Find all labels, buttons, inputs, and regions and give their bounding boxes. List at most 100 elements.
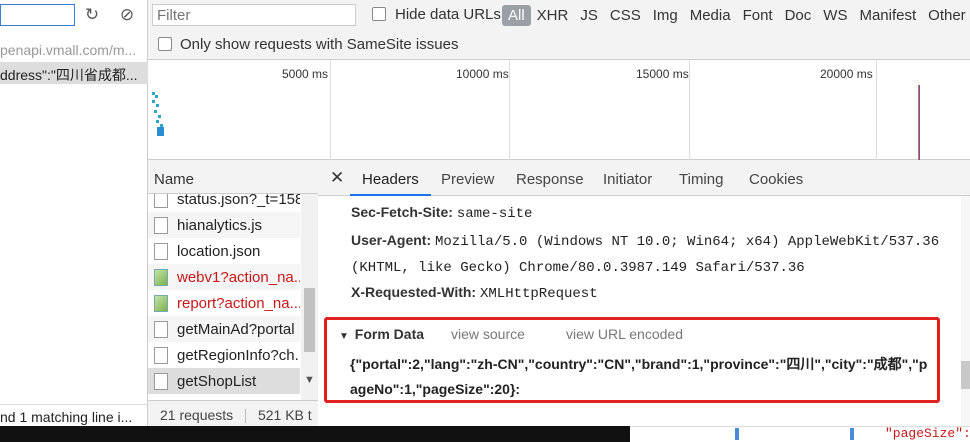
- header-key: User-Agent:: [351, 232, 432, 248]
- request-list: Name status.json?_t=158 hianalytics.js loc…: [148, 160, 318, 426]
- close-icon[interactable]: ✕: [330, 168, 344, 188]
- type-filter-ws[interactable]: WS: [817, 5, 853, 26]
- document-icon: [154, 372, 168, 390]
- waterfall-bar: [156, 104, 159, 107]
- tab-response[interactable]: Response: [504, 160, 596, 196]
- type-filter-img[interactable]: Img: [647, 5, 684, 26]
- type-filter-bar: All XHR JS CSS Img Media Font Doc WS Manifest Othe…: [502, 3, 970, 27]
- document-icon: [154, 320, 168, 338]
- header-value-continued: (KHTML, like Gecko) Chrome/80.0.3987.149…: [351, 260, 805, 276]
- type-filter-all[interactable]: All: [502, 4, 531, 26]
- header-row: (KHTML, like Gecko) Chrome/80.0.3987.149…: [351, 258, 805, 276]
- tab-preview[interactable]: Preview: [429, 160, 506, 196]
- waterfall-bar: [154, 110, 157, 113]
- tab-timing[interactable]: Timing: [667, 160, 735, 196]
- scroll-down-icon[interactable]: ▼: [304, 374, 315, 386]
- header-row: User-Agent: Mozilla/5.0 (Windows NT 10.0…: [351, 232, 939, 250]
- form-data-title: Form Data: [354, 326, 425, 342]
- form-data-toggle[interactable]: ▼ Form Data: [339, 326, 424, 342]
- hide-data-urls-checkbox[interactable]: [372, 7, 386, 21]
- name-column-header[interactable]: Name: [148, 160, 318, 194]
- clear-icon[interactable]: ⊘: [116, 4, 138, 26]
- network-status-bar: 21 requests 521 KB t: [148, 400, 318, 426]
- search-result-url[interactable]: penapi.vmall.com/m...: [0, 42, 148, 58]
- request-row[interactable]: hianalytics.js: [148, 212, 300, 238]
- console-marker: [735, 428, 739, 440]
- request-row[interactable]: getRegionInfo?ch...: [148, 342, 300, 368]
- type-filter-js[interactable]: JS: [574, 5, 604, 26]
- request-count: 21 requests: [160, 407, 234, 423]
- type-filter-xhr[interactable]: XHR: [531, 5, 575, 26]
- tab-cookies[interactable]: Cookies: [737, 160, 815, 196]
- document-icon: [154, 346, 168, 364]
- detail-tabs: ✕ Headers Preview Response Initiator Timing C…: [318, 160, 970, 196]
- network-toolbar: Hide data URLs AllXHRJSCSSImgMediaFontDo…: [148, 0, 970, 60]
- timeline-tick-label: 10000 ms: [456, 67, 509, 81]
- timeline-tick: [509, 60, 510, 160]
- type-filter-media[interactable]: Media: [684, 5, 737, 26]
- request-rows: status.json?_t=158 hianalytics.js location…: [148, 194, 300, 400]
- search-input[interactable]: [0, 4, 75, 26]
- page-search-pane: ↻ ⊘ penapi.vmall.com/m... ddress":"四川省成都…: [0, 0, 148, 442]
- view-url-encoded-link[interactable]: view URL encoded: [566, 326, 683, 342]
- form-data-payload: {"portal":2,"lang":"zh-CN","country":"CN…: [350, 356, 928, 397]
- timeline-tick-label: 15000 ms: [636, 67, 689, 81]
- waterfall-bar: [155, 95, 158, 98]
- samesite-checkbox[interactable]: [158, 37, 172, 51]
- timeline-tick-label: 20000 ms: [820, 67, 873, 81]
- console-marker: [850, 428, 854, 440]
- document-icon: [154, 194, 168, 208]
- load-event-marker: [919, 85, 920, 160]
- request-row[interactable]: webv1?action_na...: [148, 264, 300, 290]
- request-name: status.json?_t=158: [177, 194, 300, 208]
- scrollbar-thumb[interactable]: [304, 288, 315, 352]
- detail-scrollbar[interactable]: [961, 196, 970, 426]
- script-icon: [154, 216, 168, 234]
- timeline-tick-label: 5000 ms: [282, 67, 329, 81]
- request-name: report?action_na...: [177, 294, 300, 312]
- disclosure-triangle-icon: ▼: [339, 331, 349, 342]
- timeline-tick: [876, 60, 877, 160]
- transfer-size: 521 KB t: [257, 407, 312, 423]
- request-row[interactable]: getShopList: [148, 368, 300, 394]
- type-filter-manifest[interactable]: Manifest: [853, 5, 922, 26]
- request-name: getShopList: [177, 372, 257, 390]
- timeline-tick: [330, 60, 331, 160]
- type-filter-other[interactable]: Other: [922, 5, 970, 26]
- status-divider: [245, 409, 247, 424]
- refresh-icon[interactable]: ↻: [81, 4, 103, 26]
- waterfall-bar: [157, 127, 164, 136]
- request-name: getMainAd?portal: [177, 320, 295, 338]
- type-filter-font[interactable]: Font: [737, 5, 779, 26]
- search-status: nd 1 matching line i...: [0, 404, 148, 426]
- search-result-match[interactable]: ddress":"四川省成都...: [0, 62, 148, 84]
- header-row: Sec-Fetch-Site: same-site: [351, 204, 532, 222]
- filter-input[interactable]: [152, 4, 356, 26]
- view-source-link[interactable]: view source: [451, 326, 525, 342]
- request-row[interactable]: status.json?_t=158: [148, 194, 300, 212]
- tab-initiator[interactable]: Initiator: [591, 160, 664, 196]
- request-name: hianalytics.js: [177, 216, 263, 234]
- scrollbar-thumb[interactable]: [961, 361, 970, 389]
- hide-data-urls-label: Hide data URLs: [395, 6, 501, 23]
- waterfall-bar: [158, 115, 161, 118]
- request-row[interactable]: report?action_na...: [148, 290, 300, 316]
- timeline-overview[interactable]: 5000 ms 10000 ms 15000 ms 20000 ms: [148, 60, 970, 160]
- request-name: getRegionInfo?ch...: [177, 346, 300, 364]
- request-row[interactable]: location.json: [148, 238, 300, 264]
- header-key: X-Requested-With:: [351, 284, 477, 300]
- request-name: location.json: [177, 242, 261, 260]
- type-filter-doc[interactable]: Doc: [779, 5, 818, 26]
- console-code-fragment: "pageSize":: [885, 426, 970, 441]
- taskbar-strip: [0, 426, 630, 442]
- request-name: webv1?action_na...: [177, 268, 300, 286]
- devtools-window: ↻ ⊘ penapi.vmall.com/m... ddress":"四川省成都…: [0, 0, 970, 442]
- tab-headers[interactable]: Headers: [350, 160, 431, 196]
- type-filter-css[interactable]: CSS: [604, 5, 647, 26]
- request-row[interactable]: getMainAd?portal: [148, 316, 300, 342]
- request-list-scrollbar[interactable]: [301, 194, 318, 400]
- document-icon: [154, 242, 168, 260]
- header-key: Sec-Fetch-Site:: [351, 204, 453, 220]
- header-value: same-site: [456, 206, 533, 222]
- request-detail-pane: ✕ Headers Preview Response Initiator Timing C…: [318, 160, 970, 426]
